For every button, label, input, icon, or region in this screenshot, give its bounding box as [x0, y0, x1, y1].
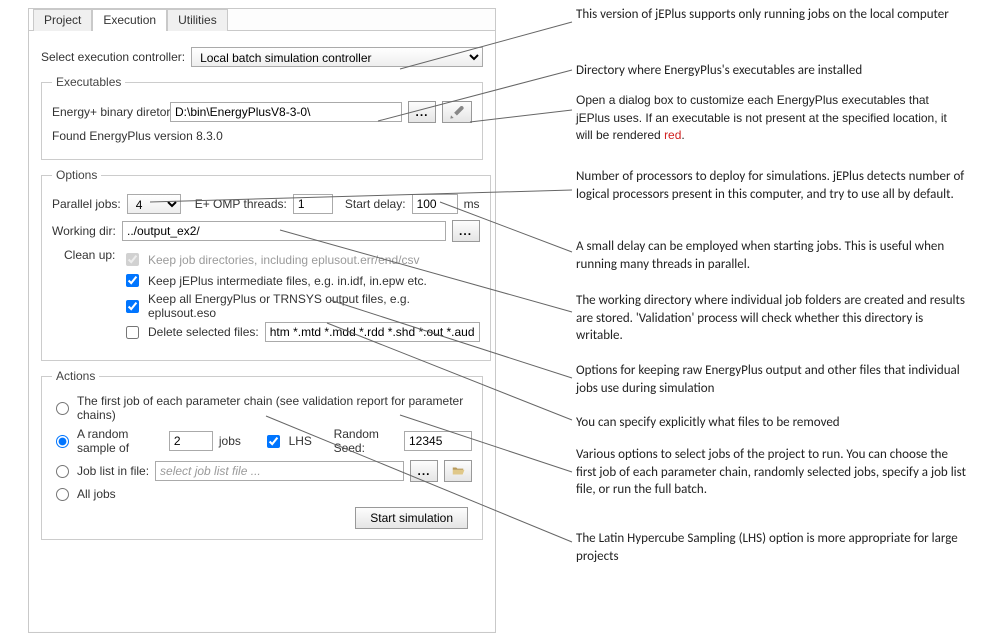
tab-project[interactable]: Project — [33, 9, 92, 31]
annotation: This version of jEPlus supports only run… — [576, 6, 966, 24]
job-list-label: Job list in file: — [77, 464, 149, 478]
radio-all-jobs[interactable] — [56, 488, 69, 501]
cleanup-keep-jeplus-label: Keep jEPlus intermediate files, e.g. in.… — [148, 274, 427, 288]
radio-first-job-label: The first job of each parameter chain (s… — [77, 394, 472, 422]
found-version-label: Found EnergyPlus version 8.3.0 — [52, 129, 223, 143]
cleanup-keep-dirs-checkbox — [126, 253, 139, 266]
omp-label: E+ OMP threads: — [195, 197, 287, 211]
annotation: Various options to select jobs of the pr… — [576, 446, 966, 499]
sample-count-input[interactable] — [169, 431, 213, 451]
executables-group: Executables Energy+ binary diretory ... … — [41, 75, 483, 160]
tab-utilities[interactable]: Utilities — [167, 9, 228, 31]
cleanup-delete-checkbox[interactable] — [126, 326, 139, 339]
annotation: The working directory where individual j… — [576, 292, 966, 345]
folder-open-icon — [451, 464, 465, 478]
delay-unit: ms — [464, 197, 480, 211]
seed-label: Random Seed: — [334, 427, 398, 455]
seed-input[interactable] — [404, 431, 472, 451]
options-group: Options Parallel jobs: 4 E+ OMP threads:… — [41, 168, 491, 361]
cleanup-delete-label: Delete selected files: — [148, 325, 259, 339]
browse-workdir-button[interactable]: ... — [452, 220, 480, 242]
random-sample-label-a: A random sample of — [77, 427, 163, 455]
open-joblist-button[interactable] — [444, 460, 472, 482]
actions-group: Actions The first job of each parameter … — [41, 369, 483, 540]
annotation: Options for keeping raw EnergyPlus outpu… — [576, 362, 966, 397]
cleanup-keep-jeplus-checkbox[interactable] — [126, 274, 139, 287]
tab-execution[interactable]: Execution — [92, 9, 167, 31]
annotation: You can specify explicitly what files to… — [576, 414, 966, 432]
cleanup-keep-eplus-checkbox[interactable] — [126, 300, 139, 313]
delete-files-input[interactable] — [265, 322, 480, 342]
browse-joblist-button[interactable]: ... — [410, 460, 438, 482]
random-sample-label-b: jobs — [219, 434, 241, 448]
annotation: Number of processors to deploy for simul… — [576, 168, 966, 203]
radio-first-job[interactable] — [56, 402, 69, 415]
annotation: Open a dialog box to customize each Ener… — [576, 92, 966, 145]
job-list-input[interactable] — [155, 461, 404, 481]
controller-select[interactable]: Local batch simulation controller — [191, 47, 483, 67]
annotation: Directory where EnergyPlus's executables… — [576, 62, 966, 80]
configure-executables-button[interactable] — [442, 101, 472, 123]
cleanup-keep-eplus-label: Keep all EnergyPlus or TRNSYS output fil… — [148, 292, 480, 320]
actions-legend: Actions — [52, 369, 99, 383]
annotation: A small delay can be employed when start… — [576, 238, 966, 273]
workdir-label: Working dir: — [52, 224, 116, 238]
omp-input[interactable] — [293, 194, 333, 214]
tab-body: Select execution controller: Local batch… — [29, 30, 495, 631]
all-jobs-label: All jobs — [77, 487, 116, 501]
tab-bar: Project Execution Utilities — [33, 8, 495, 30]
lhs-checkbox[interactable] — [267, 435, 280, 448]
wrench-icon — [449, 104, 465, 120]
cleanup-label: Clean up: — [64, 248, 116, 262]
binary-dir-input[interactable] — [170, 102, 402, 122]
browse-binary-button[interactable]: ... — [408, 101, 436, 123]
parallel-label: Parallel jobs: — [52, 197, 121, 211]
app-panel: Project Execution Utilities Select execu… — [28, 8, 496, 633]
radio-random-sample[interactable] — [56, 435, 69, 448]
controller-label: Select execution controller: — [41, 50, 185, 64]
radio-job-list[interactable] — [56, 465, 69, 478]
cleanup-keep-dirs-label: Keep job directories, including eplusout… — [148, 253, 420, 267]
start-simulation-button[interactable]: Start simulation — [355, 507, 468, 529]
options-legend: Options — [52, 168, 101, 182]
ellipsis-icon: ... — [415, 105, 428, 119]
lhs-label: LHS — [289, 434, 312, 448]
ellipsis-icon: ... — [417, 464, 430, 478]
ellipsis-icon: ... — [459, 224, 472, 238]
executables-legend: Executables — [52, 75, 125, 89]
parallel-select[interactable]: 4 — [127, 194, 181, 214]
binary-dir-label: Energy+ binary diretory — [52, 105, 164, 119]
annotation: The Latin Hypercube Sampling (LHS) optio… — [576, 530, 966, 565]
delay-label: Start delay: — [345, 197, 406, 211]
workdir-input[interactable] — [122, 221, 446, 241]
delay-input[interactable] — [412, 194, 458, 214]
